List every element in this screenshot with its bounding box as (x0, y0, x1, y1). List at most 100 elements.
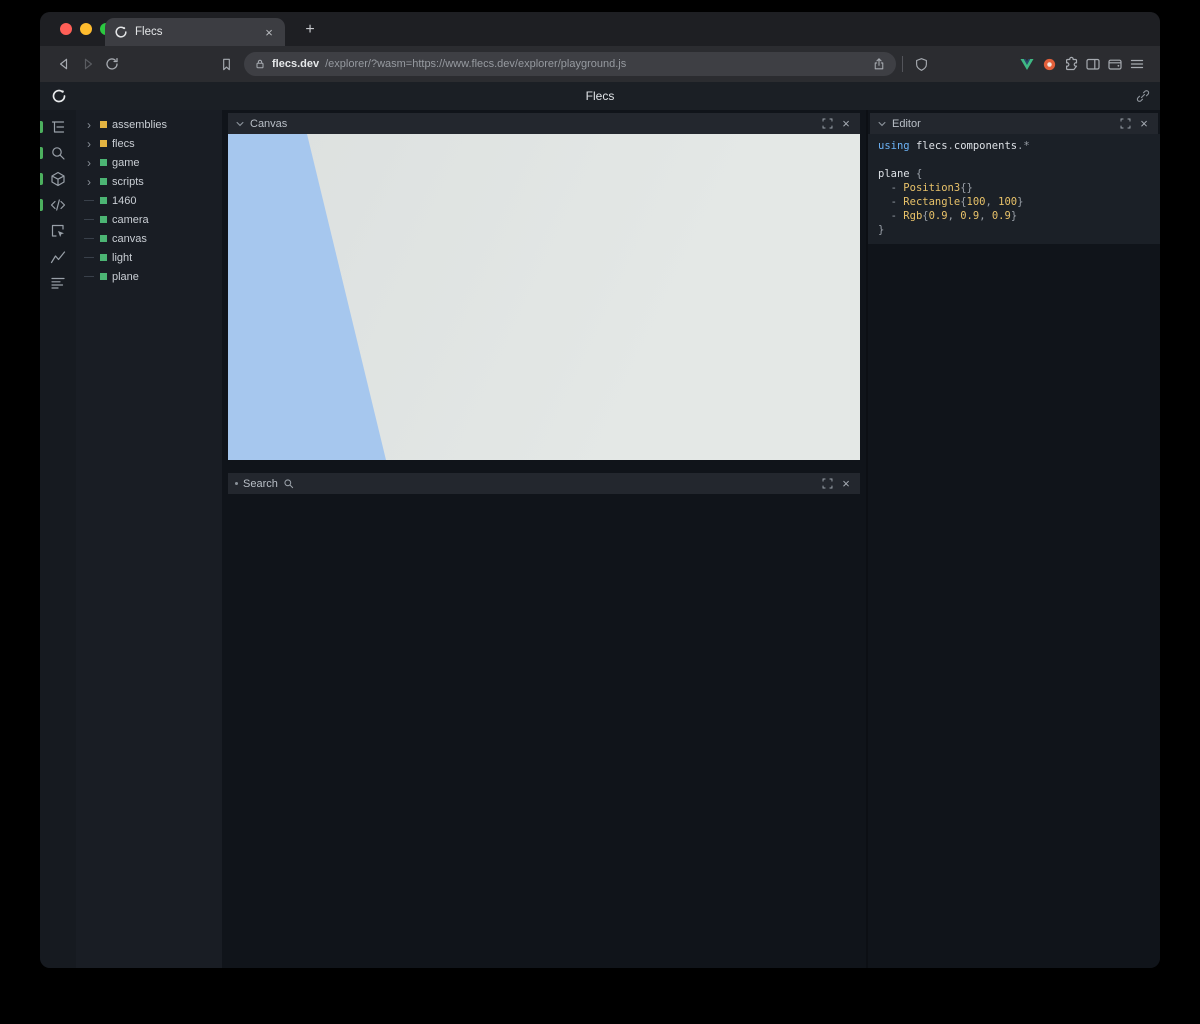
search-panel-title: Search (243, 478, 278, 490)
toolbar-divider (902, 56, 903, 72)
chevron-down-icon[interactable] (235, 119, 245, 129)
icon-sidebar (40, 110, 76, 968)
entity-color-square (100, 159, 107, 166)
share-icon[interactable] (872, 57, 886, 71)
editor-panel-title: Editor (892, 118, 921, 130)
sidebar-toggle-icon[interactable] (1082, 53, 1104, 75)
canvas-viewport[interactable] (228, 134, 860, 460)
entity-color-square (100, 140, 107, 147)
expand-chevron-icon[interactable]: › (83, 138, 95, 150)
tree-item-assemblies[interactable]: ›assemblies (76, 115, 222, 134)
sidebar-inspector-button[interactable] (44, 222, 72, 240)
canvas-panel-title: Canvas (250, 118, 287, 130)
entity-tree: ›assemblies›flecs›game›scripts1460camera… (76, 110, 222, 968)
tree-guide-line (83, 276, 95, 277)
close-icon[interactable]: × (839, 477, 853, 491)
url-domain: flecs.dev (272, 58, 319, 70)
entity-label: game (112, 157, 140, 169)
tree-item-camera[interactable]: camera (76, 210, 222, 229)
sidebar-code-button[interactable] (44, 196, 72, 214)
sidebar-chart-button[interactable] (44, 248, 72, 266)
search-panel-header[interactable]: Search × (228, 473, 860, 494)
url-path: /explorer/?wasm=https://www.flecs.dev/ex… (325, 58, 866, 70)
search-panel: Search × (228, 473, 860, 494)
expand-chevron-icon[interactable]: › (83, 176, 95, 188)
app-header: Flecs (40, 82, 1160, 110)
link-icon[interactable] (1136, 89, 1150, 103)
code-line: } (868, 223, 1160, 237)
editor-panel-header: Editor × (870, 113, 1158, 134)
tab-title: Flecs (135, 26, 255, 38)
tab-favicon-flecs-logo-icon (114, 25, 128, 39)
expand-icon[interactable] (1118, 117, 1132, 131)
chart-icon (50, 249, 66, 265)
tree-item-plane[interactable]: plane (76, 267, 222, 286)
tree-item-light[interactable]: light (76, 248, 222, 267)
search-icon (50, 145, 66, 161)
address-bar[interactable]: flecs.dev /explorer/?wasm=https://www.fl… (244, 52, 896, 76)
entity-color-square (100, 254, 107, 261)
flecs-logo-icon (51, 88, 67, 104)
code-line (868, 153, 1160, 167)
code-icon (50, 197, 66, 213)
close-window-button[interactable] (60, 23, 72, 35)
entity-color-square (100, 178, 107, 185)
tree-item-flecs[interactable]: › flecs (76, 134, 222, 153)
expand-chevron-icon[interactable]: › (83, 157, 95, 169)
tree-item-1460[interactable]: 1460 (76, 191, 222, 210)
canvas-panel-header: Canvas × (228, 113, 860, 134)
entity-label: 1460 (112, 195, 136, 207)
reload-button[interactable] (100, 52, 124, 76)
editor-code[interactable]: using flecs.components.* plane { - Posit… (868, 134, 1160, 244)
vue-devtools-extension-icon[interactable] (1016, 53, 1038, 75)
close-icon[interactable]: × (1137, 117, 1151, 131)
canvas-panel: Canvas × (228, 113, 860, 460)
extensions-puzzle-icon[interactable] (1060, 53, 1082, 75)
entity-color-square (100, 273, 107, 280)
entity-color-square (100, 121, 107, 128)
search-icon (283, 478, 294, 489)
inspector-icon (50, 223, 66, 239)
tree-guide-line (83, 219, 95, 220)
back-button[interactable] (52, 52, 76, 76)
code-line: - Rectangle{100, 100} (868, 195, 1160, 209)
tab-strip: Flecs × + (40, 12, 1160, 46)
code-line: - Position3{} (868, 181, 1160, 195)
menu-icon[interactable] (1126, 53, 1148, 75)
navigation-bar: flecs.dev /explorer/?wasm=https://www.fl… (40, 46, 1160, 82)
entity-label: plane (112, 271, 139, 283)
tree-item-canvas[interactable]: canvas (76, 229, 222, 248)
close-icon[interactable]: × (839, 117, 853, 131)
orange-extension-icon[interactable] (1038, 53, 1060, 75)
bookmark-icon[interactable] (214, 52, 238, 76)
browser-window: Flecs × + flecs.dev (40, 12, 1160, 968)
code-line: plane { (868, 167, 1160, 181)
browser-tab[interactable]: Flecs × (105, 18, 285, 46)
entity-label: flecs (112, 138, 135, 150)
sidebar-search-button[interactable] (44, 144, 72, 162)
wallet-icon[interactable] (1104, 53, 1126, 75)
sidebar-stats-button[interactable] (44, 274, 72, 292)
editor-panel: Editor × using flecs.components.* plane … (866, 110, 1160, 968)
minimize-window-button[interactable] (80, 23, 92, 35)
tree-item-scripts[interactable]: › scripts (76, 172, 222, 191)
new-tab-button[interactable]: + (300, 20, 320, 40)
code-line: using flecs.components.* (868, 139, 1160, 153)
sidebar-tree-button[interactable] (44, 118, 72, 136)
main-area: Canvas × Search (222, 110, 866, 968)
shield-icon[interactable] (909, 52, 933, 76)
forward-button[interactable] (76, 52, 100, 76)
entity-label: scripts (112, 176, 144, 188)
code-line: - Rgb{0.9, 0.9, 0.9} (868, 209, 1160, 223)
expand-chevron-icon[interactable]: › (83, 119, 95, 131)
expand-icon[interactable] (820, 477, 834, 491)
expand-icon[interactable] (820, 117, 834, 131)
chevron-down-icon[interactable] (877, 119, 887, 129)
tree-item-game[interactable]: › game (76, 153, 222, 172)
box-icon (50, 171, 66, 187)
sidebar-box-button[interactable] (44, 170, 72, 188)
stats-icon (50, 275, 66, 291)
app-body: ›assemblies›flecs›game›scripts1460camera… (40, 110, 1160, 968)
tab-close-button[interactable]: × (262, 25, 276, 40)
lock-icon (254, 58, 266, 70)
